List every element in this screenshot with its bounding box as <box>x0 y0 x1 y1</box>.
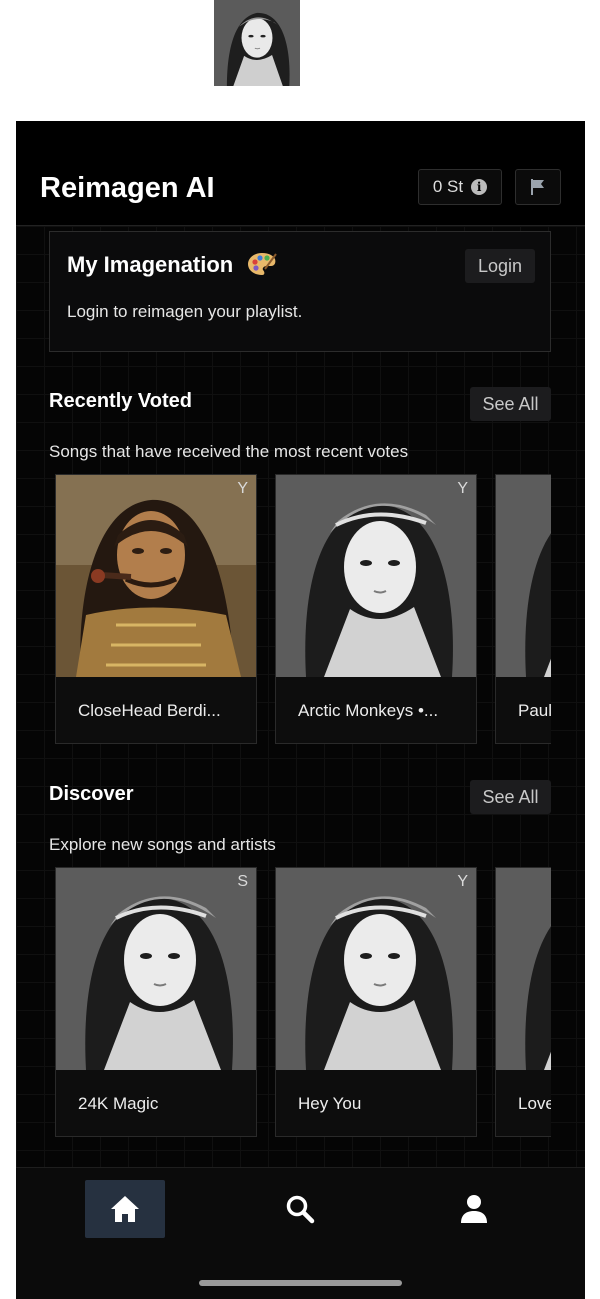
discover-subtitle: Explore new songs and artists <box>49 835 276 854</box>
song-title: 24K Magic <box>78 1094 159 1113</box>
badge-label: Y <box>457 480 468 497</box>
recently-voted-subtitle: Songs that have received the most recent… <box>49 442 409 461</box>
album-art: Y <box>496 475 551 677</box>
recently-voted-see-all-button[interactable]: See All <box>470 387 551 421</box>
nav-search-button[interactable] <box>260 1180 340 1238</box>
nav-home-button[interactable] <box>85 1180 165 1238</box>
bottom-navigation <box>16 1167 585 1299</box>
info-icon: i <box>471 179 488 195</box>
balance-button[interactable]: 0 St i <box>418 169 502 205</box>
my-imagenation-card: My Imagenation Login Login to reimagen y… <box>49 231 551 352</box>
song-title: Arctic Monkeys •... <box>298 701 439 720</box>
main-content[interactable]: My Imagenation Login Login to reimagen y… <box>16 226 585 1167</box>
flag-icon <box>531 179 544 195</box>
song-title: CloseHead Berdi... <box>78 701 221 720</box>
album-art: Y <box>276 475 476 677</box>
badge-label: Y <box>457 873 468 890</box>
card-title: My Imagenation <box>67 252 278 282</box>
song-card[interactable]: Y CloseHead Berdi... <box>55 474 257 744</box>
login-message: Login to reimagen your playlist. <box>67 302 303 321</box>
song-card[interactable]: Y Paul <box>495 474 551 744</box>
user-icon <box>461 1195 487 1223</box>
phone-screen: Reimagen AI 0 St i My Imagenation Login … <box>16 121 585 1299</box>
song-title: Hey You <box>298 1094 362 1113</box>
login-button[interactable]: Login <box>465 249 535 283</box>
album-art: S <box>56 868 256 1070</box>
discover-carousel[interactable]: S 24K Magic Y Hey You Lov <box>55 867 551 1139</box>
song-title: Paul <box>518 701 551 720</box>
discover-title: Discover <box>49 783 134 805</box>
song-card[interactable]: Y Arctic Monkeys •... <box>275 474 477 744</box>
app-title: Reimagen AI <box>40 172 215 204</box>
song-card[interactable]: Y Love <box>495 867 551 1137</box>
recently-voted-title: Recently Voted <box>49 390 192 412</box>
balance-value: 0 St <box>432 177 464 196</box>
badge-label: Y <box>237 480 248 497</box>
album-art: Y <box>276 868 476 1070</box>
album-art: Y <box>496 868 551 1070</box>
my-imagenation-title: My Imagenation <box>67 252 234 277</box>
song-card[interactable]: Y Hey You <box>275 867 477 1137</box>
preview-thumbnail <box>214 0 300 86</box>
recently-voted-carousel[interactable]: Y CloseHead Berdi... Y Arctic Monkeys •.… <box>55 474 551 746</box>
palette-icon <box>247 252 278 282</box>
discover-see-all-button[interactable]: See All <box>470 780 551 814</box>
song-card[interactable]: S 24K Magic <box>55 867 257 1137</box>
top-bar: Reimagen AI 0 St i <box>16 121 585 226</box>
home-indicator[interactable] <box>199 1280 402 1286</box>
badge-label: S <box>237 873 248 890</box>
search-icon <box>286 1195 315 1224</box>
song-title: Love <box>518 1094 551 1113</box>
album-art: Y <box>56 475 256 677</box>
nav-profile-button[interactable] <box>434 1180 514 1238</box>
home-icon <box>111 1196 139 1222</box>
report-flag-button[interactable] <box>515 169 561 205</box>
